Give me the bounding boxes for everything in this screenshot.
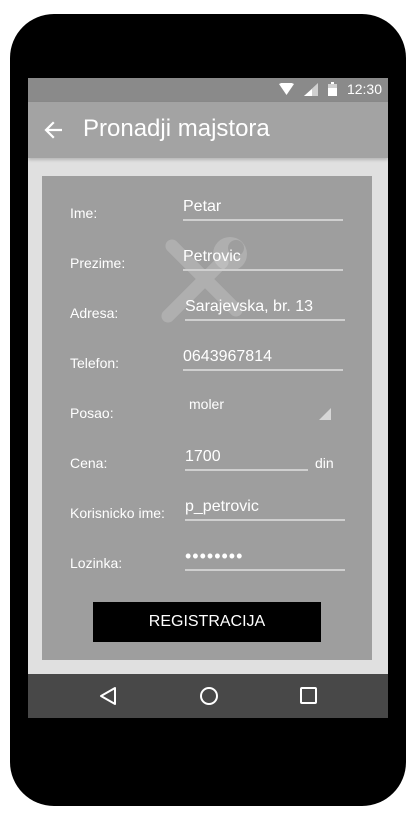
- label-prezime: Prezime:: [70, 255, 126, 271]
- posao-select[interactable]: moler: [189, 396, 224, 412]
- lozinka-underline: [185, 569, 345, 571]
- adresa-underline: [185, 319, 345, 321]
- battery-icon: [327, 82, 337, 96]
- nav-back-icon[interactable]: [99, 686, 117, 711]
- ime-underline: [183, 219, 343, 221]
- nav-recents-icon[interactable]: [300, 687, 317, 709]
- prezime-underline: [183, 269, 343, 271]
- screen: 12:30 Pronadji majstora Ime: Petar Prezi…: [28, 78, 388, 718]
- nav-home-icon[interactable]: [199, 686, 219, 711]
- cena-unit: din: [315, 455, 334, 471]
- korisnicko-ime-underline: [185, 519, 345, 521]
- adresa-field[interactable]: Sarajevska, br. 13: [185, 298, 313, 316]
- lozinka-field[interactable]: ••••••••: [185, 546, 243, 567]
- dropdown-triangle-icon[interactable]: [319, 407, 331, 425]
- korisnicko-ime-field[interactable]: p_petrovic: [185, 498, 259, 516]
- cena-underline: [185, 469, 308, 471]
- label-telefon: Telefon:: [70, 355, 120, 371]
- status-bar: 12:30: [28, 78, 388, 102]
- label-lozinka: Lozinka:: [70, 555, 123, 571]
- registration-form: Ime: Petar Prezime: Petrovic Adresa: Sar…: [42, 176, 372, 660]
- label-korisnicko-ime: Korisnicko ime:: [70, 505, 165, 521]
- wrench-icon: [150, 224, 260, 339]
- arrow-left-icon[interactable]: [44, 121, 63, 144]
- prezime-field[interactable]: Petrovic: [183, 248, 241, 266]
- label-adresa: Adresa:: [70, 305, 119, 321]
- cena-field[interactable]: 1700: [185, 448, 221, 466]
- label-posao: Posao:: [70, 405, 114, 421]
- wifi-icon: [278, 83, 294, 95]
- registracija-button[interactable]: REGISTRACIJA: [93, 602, 321, 642]
- status-time: 12:30: [346, 81, 382, 97]
- navigation-bar: [28, 674, 388, 718]
- label-ime: Ime:: [70, 205, 98, 221]
- app-bar: Pronadji majstora: [28, 102, 388, 158]
- telefon-underline: [183, 369, 343, 371]
- ime-field[interactable]: Petar: [183, 198, 221, 216]
- cell-signal-icon: [303, 82, 318, 96]
- label-cena: Cena:: [70, 455, 108, 471]
- page-title: Pronadji majstora: [83, 115, 270, 142]
- telefon-field[interactable]: 0643967814: [183, 348, 272, 366]
